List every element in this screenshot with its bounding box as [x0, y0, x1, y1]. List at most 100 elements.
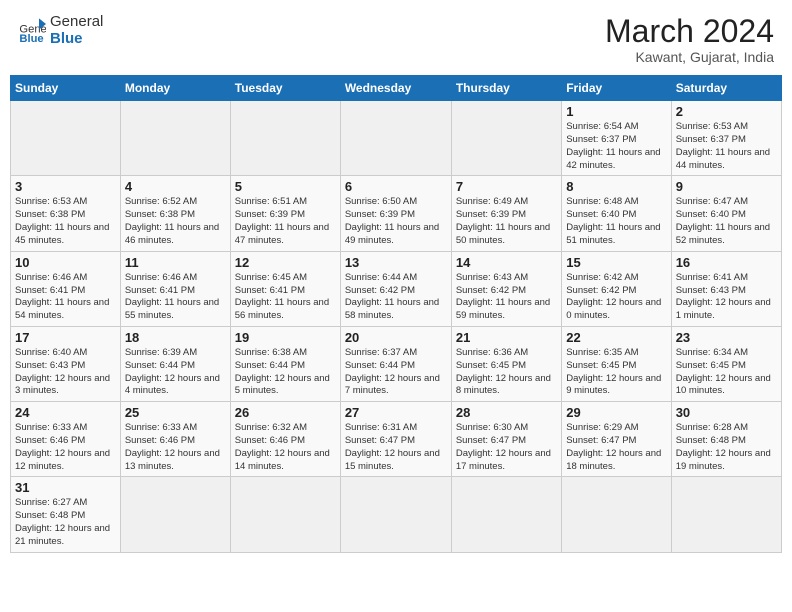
- calendar-cell: 10 Sunrise: 6:46 AM Sunset: 6:41 PM Dayli…: [11, 251, 121, 326]
- day-info: Sunrise: 6:28 AM Sunset: 6:48 PM Dayligh…: [676, 422, 777, 473]
- day-info: Sunrise: 6:33 AM Sunset: 6:46 PM Dayligh…: [125, 422, 226, 473]
- header: General Blue General Blue March 2024 Kaw…: [10, 10, 782, 69]
- calendar-cell: 19 Sunrise: 6:38 AM Sunset: 6:44 PM Dayli…: [230, 326, 340, 401]
- day-number: 17: [15, 330, 116, 345]
- calendar-cell: 28Sunrise: 6:30 AM Sunset: 6:47 PM Dayli…: [451, 402, 561, 477]
- day-number: 7: [456, 179, 557, 194]
- calendar-cell: 5 Sunrise: 6:51 AM Sunset: 6:39 PM Daylig…: [230, 176, 340, 251]
- day-number: 2: [676, 104, 777, 119]
- day-info: Sunrise: 6:41 AM Sunset: 6:43 PM Dayligh…: [676, 272, 777, 323]
- calendar-cell: 14Sunrise: 6:43 AM Sunset: 6:42 PM Dayli…: [451, 251, 561, 326]
- day-info: Sunrise: 6:52 AM Sunset: 6:38 PM Dayligh…: [125, 196, 226, 247]
- day-info: Sunrise: 6:31 AM Sunset: 6:47 PM Dayligh…: [345, 422, 447, 473]
- calendar-cell: 15 Sunrise: 6:42 AM Sunset: 6:42 PM Dayli…: [562, 251, 671, 326]
- weekday-header-row: SundayMondayTuesdayWednesdayThursdayFrid…: [11, 76, 782, 101]
- day-info: Sunrise: 6:53 AM Sunset: 6:38 PM Dayligh…: [15, 196, 116, 247]
- day-number: 20: [345, 330, 447, 345]
- calendar-cell: [340, 101, 451, 176]
- weekday-friday: Friday: [562, 76, 671, 101]
- day-info: Sunrise: 6:53 AM Sunset: 6:37 PM Dayligh…: [676, 121, 777, 172]
- day-number: 1: [566, 104, 666, 119]
- calendar-cell: 30 Sunrise: 6:28 AM Sunset: 6:48 PM Dayli…: [671, 402, 781, 477]
- day-info: Sunrise: 6:42 AM Sunset: 6:42 PM Dayligh…: [566, 272, 666, 323]
- day-number: 25: [125, 405, 226, 420]
- day-number: 3: [15, 179, 116, 194]
- day-number: 10: [15, 255, 116, 270]
- day-number: 23: [676, 330, 777, 345]
- calendar-cell: 2 Sunrise: 6:53 AM Sunset: 6:37 PM Daylig…: [671, 101, 781, 176]
- day-info: Sunrise: 6:34 AM Sunset: 6:45 PM Dayligh…: [676, 347, 777, 398]
- day-info: Sunrise: 6:35 AM Sunset: 6:45 PM Dayligh…: [566, 347, 666, 398]
- day-info: Sunrise: 6:50 AM Sunset: 6:39 PM Dayligh…: [345, 196, 447, 247]
- calendar-cell: 7 Sunrise: 6:49 AM Sunset: 6:39 PM Daylig…: [451, 176, 561, 251]
- calendar-cell: 22 Sunrise: 6:35 AM Sunset: 6:45 PM Dayli…: [562, 326, 671, 401]
- day-number: 15: [566, 255, 666, 270]
- week-row-1: 1Sunrise: 6:54 AM Sunset: 6:37 PM Daylig…: [11, 101, 782, 176]
- day-info: Sunrise: 6:46 AM Sunset: 6:41 PM Dayligh…: [15, 272, 116, 323]
- day-number: 5: [235, 179, 336, 194]
- day-info: Sunrise: 6:39 AM Sunset: 6:44 PM Dayligh…: [125, 347, 226, 398]
- calendar-cell: 6 Sunrise: 6:50 AM Sunset: 6:39 PM Daylig…: [340, 176, 451, 251]
- day-number: 31: [15, 480, 116, 495]
- day-number: 6: [345, 179, 447, 194]
- day-number: 24: [15, 405, 116, 420]
- day-info: Sunrise: 6:46 AM Sunset: 6:41 PM Dayligh…: [125, 272, 226, 323]
- calendar-cell: 24Sunrise: 6:33 AM Sunset: 6:46 PM Dayli…: [11, 402, 121, 477]
- day-info: Sunrise: 6:51 AM Sunset: 6:39 PM Dayligh…: [235, 196, 336, 247]
- week-row-2: 3 Sunrise: 6:53 AM Sunset: 6:38 PM Daylig…: [11, 176, 782, 251]
- logo-icon: General Blue: [18, 17, 46, 45]
- svg-text:Blue: Blue: [19, 33, 43, 45]
- day-number: 12: [235, 255, 336, 270]
- calendar-cell: [230, 477, 340, 552]
- day-number: 4: [125, 179, 226, 194]
- calendar-cell: 31Sunrise: 6:27 AM Sunset: 6:48 PM Dayli…: [11, 477, 121, 552]
- calendar-cell: 29Sunrise: 6:29 AM Sunset: 6:47 PM Dayli…: [562, 402, 671, 477]
- calendar-cell: 21 Sunrise: 6:36 AM Sunset: 6:45 PM Dayli…: [451, 326, 561, 401]
- calendar-cell: [451, 101, 561, 176]
- week-row-5: 24 Sunrise: 6:33 AM Sunset: 6:46 PM Dayli…: [11, 402, 782, 477]
- day-info: Sunrise: 6:43 AM Sunset: 6:42 PM Dayligh…: [456, 272, 557, 323]
- calendar-cell: [671, 477, 781, 552]
- calendar-cell: 23 Sunrise: 6:34 AM Sunset: 6:45 PM Dayli…: [671, 326, 781, 401]
- calendar-cell: 26Sunrise: 6:32 AM Sunset: 6:46 PM Dayli…: [230, 402, 340, 477]
- week-row-6: 31Sunrise: 6:27 AM Sunset: 6:48 PM Dayli…: [11, 477, 782, 552]
- calendar-cell: 4 Sunrise: 6:52 AM Sunset: 6:38 PM Daylig…: [120, 176, 230, 251]
- day-info: Sunrise: 6:29 AM Sunset: 6:47 PM Dayligh…: [566, 422, 666, 473]
- calendar-cell: [120, 101, 230, 176]
- calendar-cell: 17 Sunrise: 6:40 AM Sunset: 6:43 PM Dayli…: [11, 326, 121, 401]
- calendar-cell: 27 Sunrise: 6:31 AM Sunset: 6:47 PM Dayli…: [340, 402, 451, 477]
- day-info: Sunrise: 6:49 AM Sunset: 6:39 PM Dayligh…: [456, 196, 557, 247]
- week-row-3: 10 Sunrise: 6:46 AM Sunset: 6:41 PM Dayli…: [11, 251, 782, 326]
- calendar-cell: 9Sunrise: 6:47 AM Sunset: 6:40 PM Daylig…: [671, 176, 781, 251]
- logo: General Blue General Blue: [18, 14, 103, 47]
- day-number: 30: [676, 405, 777, 420]
- day-info: Sunrise: 6:36 AM Sunset: 6:45 PM Dayligh…: [456, 347, 557, 398]
- day-number: 13: [345, 255, 447, 270]
- weekday-tuesday: Tuesday: [230, 76, 340, 101]
- calendar-cell: [120, 477, 230, 552]
- day-number: 27: [345, 405, 447, 420]
- day-number: 8: [566, 179, 666, 194]
- weekday-monday: Monday: [120, 76, 230, 101]
- weekday-wednesday: Wednesday: [340, 76, 451, 101]
- calendar-cell: [230, 101, 340, 176]
- calendar-cell: 20Sunrise: 6:37 AM Sunset: 6:44 PM Dayli…: [340, 326, 451, 401]
- day-info: Sunrise: 6:40 AM Sunset: 6:43 PM Dayligh…: [15, 347, 116, 398]
- calendar-cell: 16Sunrise: 6:41 AM Sunset: 6:43 PM Dayli…: [671, 251, 781, 326]
- day-info: Sunrise: 6:30 AM Sunset: 6:47 PM Dayligh…: [456, 422, 557, 473]
- day-number: 22: [566, 330, 666, 345]
- calendar-cell: 12Sunrise: 6:45 AM Sunset: 6:41 PM Dayli…: [230, 251, 340, 326]
- day-number: 18: [125, 330, 226, 345]
- weekday-saturday: Saturday: [671, 76, 781, 101]
- calendar-cell: [340, 477, 451, 552]
- day-number: 21: [456, 330, 557, 345]
- day-info: Sunrise: 6:38 AM Sunset: 6:44 PM Dayligh…: [235, 347, 336, 398]
- calendar-cell: [11, 101, 121, 176]
- weekday-thursday: Thursday: [451, 76, 561, 101]
- day-info: Sunrise: 6:32 AM Sunset: 6:46 PM Dayligh…: [235, 422, 336, 473]
- subtitle: Kawant, Gujarat, India: [605, 49, 774, 65]
- day-number: 9: [676, 179, 777, 194]
- day-number: 19: [235, 330, 336, 345]
- day-info: Sunrise: 6:48 AM Sunset: 6:40 PM Dayligh…: [566, 196, 666, 247]
- calendar-cell: 25 Sunrise: 6:33 AM Sunset: 6:46 PM Dayli…: [120, 402, 230, 477]
